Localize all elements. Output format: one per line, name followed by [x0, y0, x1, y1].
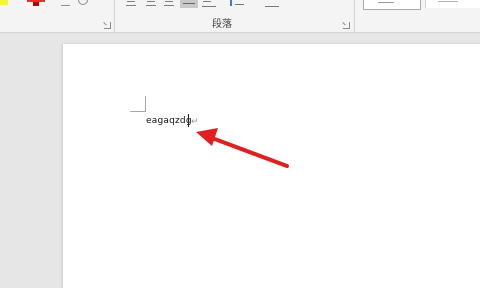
arrow-shaft: [210, 136, 289, 168]
annotation-arrow: [196, 128, 289, 168]
arrow-head: [196, 128, 218, 146]
